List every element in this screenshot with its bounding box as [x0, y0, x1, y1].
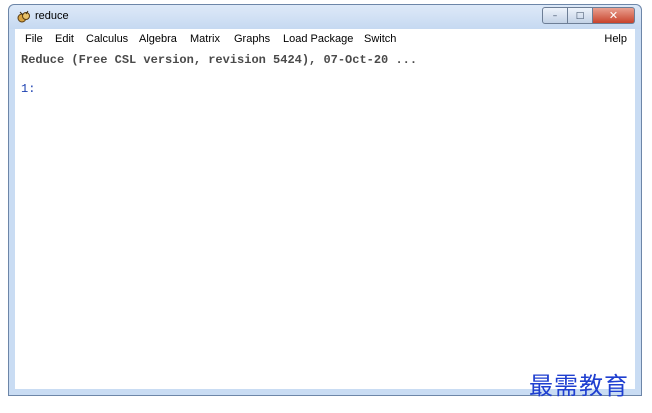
- input-prompt: 1:: [21, 82, 36, 96]
- reduce-app-icon: [17, 10, 30, 23]
- menu-edit[interactable]: Edit: [55, 33, 74, 45]
- window-title: reduce: [35, 10, 69, 22]
- title-bar[interactable]: reduce – □ ✕: [9, 5, 641, 29]
- app-window: reduce – □ ✕ File Edit Calculus Algebra …: [8, 4, 642, 396]
- menu-algebra[interactable]: Algebra: [139, 33, 177, 45]
- menu-switch[interactable]: Switch: [364, 33, 396, 45]
- window-controls: – □ ✕: [542, 7, 635, 24]
- menu-file[interactable]: File: [25, 33, 43, 45]
- minimize-button[interactable]: –: [542, 7, 568, 24]
- console-area[interactable]: Reduce (Free CSL version, revision 5424)…: [15, 49, 635, 389]
- menu-load-package[interactable]: Load Package: [283, 33, 353, 45]
- watermark-text: 最需教育: [529, 372, 629, 400]
- menu-help[interactable]: Help: [604, 33, 627, 45]
- maximize-button[interactable]: □: [568, 7, 593, 24]
- menu-bar: File Edit Calculus Algebra Matrix Graphs…: [15, 29, 635, 49]
- close-button[interactable]: ✕: [593, 7, 635, 24]
- menu-calculus[interactable]: Calculus: [86, 33, 128, 45]
- version-banner: Reduce (Free CSL version, revision 5424)…: [21, 53, 418, 67]
- menu-matrix[interactable]: Matrix: [190, 33, 220, 45]
- menu-graphs[interactable]: Graphs: [234, 33, 270, 45]
